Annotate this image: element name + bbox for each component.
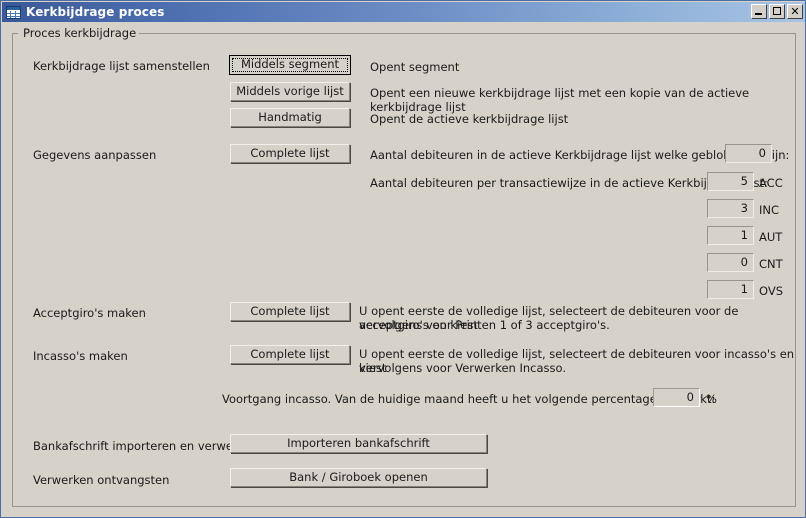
title-bar[interactable]: Kerkbijdrage proces ✕ [2, 2, 805, 22]
close-icon: ✕ [790, 5, 800, 18]
button-middels-vorige-lijst[interactable]: Middels vorige lijst [230, 82, 350, 101]
field-transactie-ovs[interactable]: 1 [707, 280, 754, 299]
suffix-aut: AUT [759, 230, 783, 244]
label-gegevens-aanpassen: Gegevens aanpassen [33, 148, 157, 162]
button-importeren-bankafschrift[interactable]: Importeren bankafschrift [230, 434, 487, 453]
button-incasso-complete-lijst[interactable]: Complete lijst [230, 345, 350, 364]
label-bankafschrift: Bankafschrift importeren en verwe... [33, 439, 244, 453]
button-handmatig[interactable]: Handmatig [230, 108, 350, 127]
label-verwerken-ontvangsten: Verwerken ontvangsten [33, 473, 170, 487]
client-area: Proces kerkbijdrage Kerkbijdrage lijst s… [2, 22, 805, 517]
window-title: Kerkbijdrage proces [26, 5, 165, 19]
button-middels-segment[interactable]: Middels segment [229, 55, 351, 75]
suffix-acc: ACC [759, 176, 783, 190]
field-transactie-inc[interactable]: 3 [707, 199, 754, 218]
label-samenstellen: Kerkbijdrage lijst samenstellen [33, 59, 210, 73]
field-geblokkeerd-aantal[interactable]: 0 [725, 144, 772, 163]
window-controls: ✕ [751, 4, 803, 19]
suffix-inc: INC [759, 203, 780, 217]
button-bank-giroboek-openen[interactable]: Bank / Giroboek openen [230, 468, 487, 487]
field-voortgang-percentage[interactable]: 0 [653, 388, 700, 407]
desc-incasso-line2: vervolgens voor Verwerken Incasso. [359, 361, 566, 375]
suffix-percent: % [706, 392, 717, 406]
form-content: Kerkbijdrage lijst samenstellen Middels … [2, 22, 805, 517]
application-window: Kerkbijdrage proces ✕ Proces kerkbijdrag… [0, 0, 806, 518]
label-acceptgiro-maken: Acceptgiro's maken [33, 306, 146, 320]
desc-acceptgiro-line2: vervolgens voor Printen 1 of 3 acceptgir… [359, 318, 610, 332]
label-incasso-maken: Incasso's maken [33, 349, 128, 363]
close-button[interactable]: ✕ [787, 4, 803, 19]
desc-handmatig: Opent de actieve kerkbijdrage lijst [370, 112, 569, 126]
desc-middels-vorige-lijst: Opent een nieuwe kerkbijdrage lijst met … [370, 86, 750, 114]
button-gegevens-complete-lijst[interactable]: Complete lijst [230, 144, 350, 163]
suffix-cnt: CNT [759, 257, 783, 271]
suffix-ovs: OVS [759, 284, 784, 298]
table-grid-icon [6, 5, 21, 19]
button-acceptgiro-complete-lijst[interactable]: Complete lijst [230, 302, 350, 321]
field-transactie-aut[interactable]: 1 [707, 226, 754, 245]
minimize-button[interactable] [751, 4, 767, 19]
field-transactie-acc[interactable]: 5 [707, 172, 754, 191]
desc-middels-segment: Opent segment [370, 60, 460, 74]
label-voortgang-incasso: Voortgang incasso. Van de huidige maand … [222, 392, 716, 406]
maximize-button[interactable] [769, 4, 785, 19]
field-transactie-cnt[interactable]: 0 [707, 253, 754, 272]
